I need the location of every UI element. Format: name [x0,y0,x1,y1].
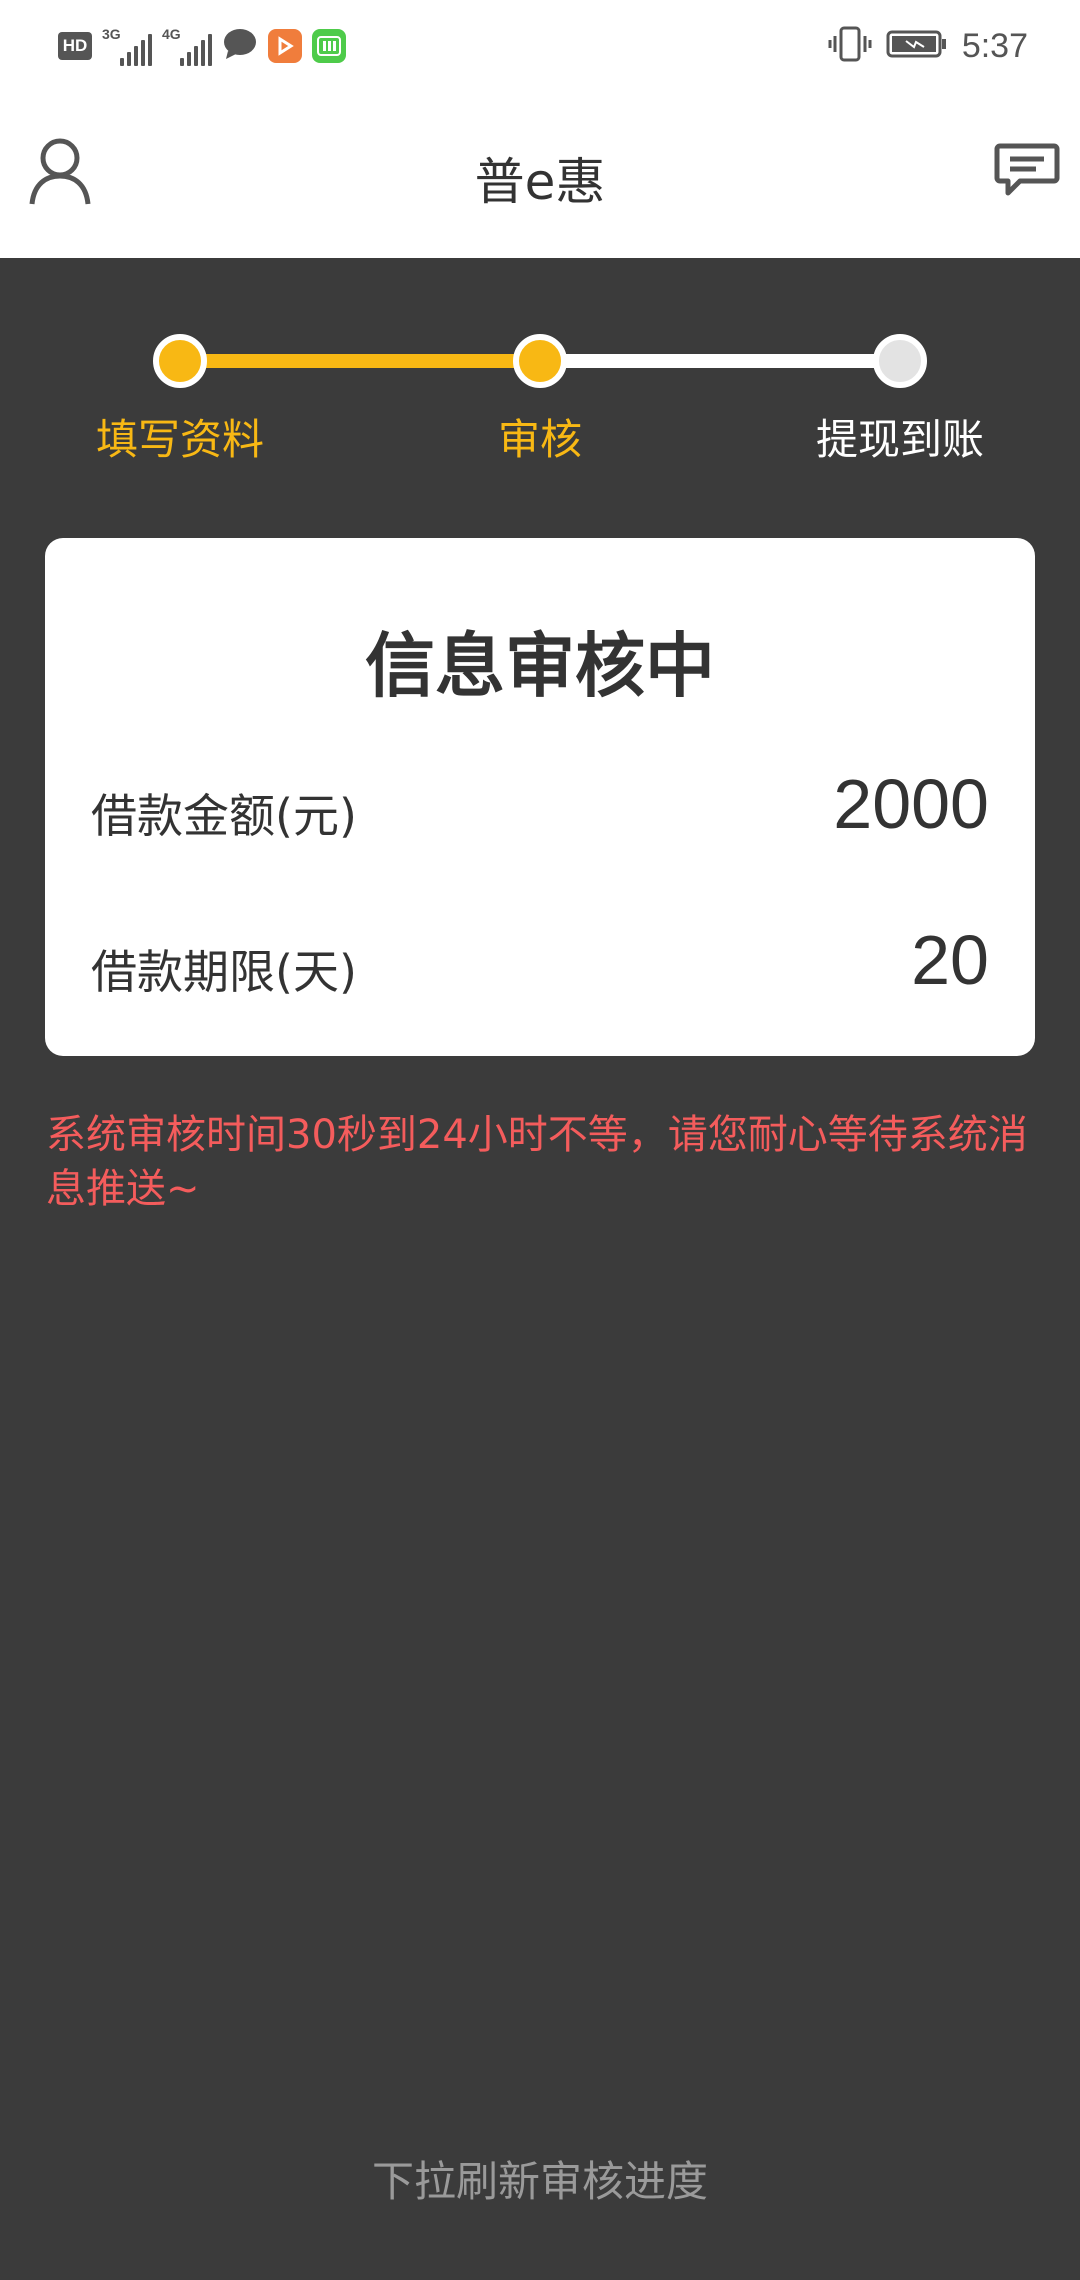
status-left-icons: HD 3G 4G [58,26,346,66]
vibrate-icon [828,26,872,66]
loan-term-value: 20 [911,921,989,999]
net-type-3g-label: 3G [102,26,121,42]
battery-icon [886,29,948,63]
page-title: 普e惠 [474,153,606,211]
step-label-review: 审核 [497,415,582,464]
status-time: 5:37 [961,26,1028,65]
loan-term-label: 借款期限(天) [91,945,357,999]
review-notice: 系统审核时间30秒到24小时不等，请您耐心等待系统消息推送~ [46,1112,1028,1212]
chat-bubble-icon [222,27,258,65]
loan-amount-label: 借款金额(元) [91,789,357,843]
step-dot-review [513,334,567,388]
pull-to-refresh-hint: 下拉刷新审核进度 [371,2157,708,2206]
status-right-icons: 5:37 [828,24,1028,68]
signal-4g-icon: 4G [162,26,212,66]
app-header: 普e惠 [0,92,1080,258]
step-label-fill-info: 填写资料 [95,415,264,464]
progress-steps: 填写资料 审核 提现到账 [0,258,1080,508]
status-bar: HD 3G 4G 5:37 [0,0,1080,92]
iqiyi-app-icon [312,29,346,63]
net-type-4g-label: 4G [162,26,181,42]
step-dot-fill-info [153,334,207,388]
review-status-title: 信息审核中 [365,625,715,707]
signal-3g-icon: 3G [102,26,152,66]
step-track-pending [540,354,900,368]
review-status-card: 信息审核中 借款金额(元) 2000 借款期限(天) 20 [45,538,1035,1056]
hd-icon: HD [58,32,92,60]
video-app-icon [268,29,302,63]
message-icon[interactable] [994,142,1060,198]
step-dot-withdraw [873,334,927,388]
loan-amount-value: 2000 [833,765,989,843]
step-track-completed [180,354,540,368]
step-label-withdraw: 提现到账 [815,415,984,464]
